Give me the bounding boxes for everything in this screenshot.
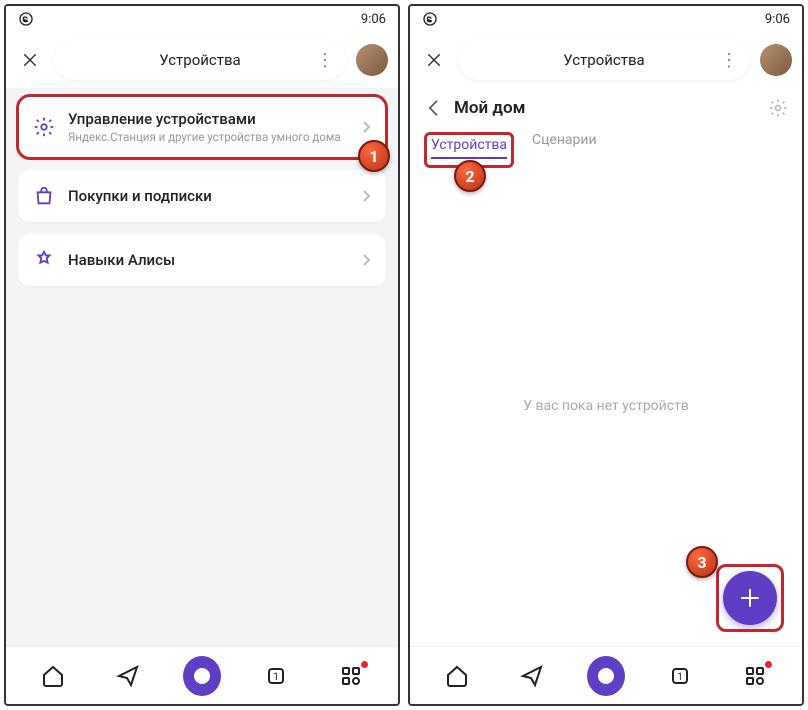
chevron-right-icon xyxy=(362,120,372,134)
nav-alice[interactable] xyxy=(587,657,625,695)
card-manage-devices[interactable]: Управление устройствами Яндекс.Станция и… xyxy=(18,96,386,158)
bottom-nav: 1 xyxy=(6,646,398,704)
card-title: Управление устройствами xyxy=(68,110,350,128)
screen-2: 9:06 Устройства ⋮ Мой дом Устройства Сце… xyxy=(408,4,804,706)
card-purchases[interactable]: Покупки и подписки xyxy=(18,170,386,222)
chevron-right-icon xyxy=(362,189,372,203)
svg-text:1: 1 xyxy=(274,672,280,683)
header-pill[interactable]: Устройства ⋮ xyxy=(458,40,750,80)
tabs: Устройства Сценарии 2 xyxy=(424,132,788,166)
status-bar: 9:06 xyxy=(6,6,398,32)
page-title: Мой дом xyxy=(454,98,758,118)
header: Устройства ⋮ xyxy=(6,32,398,88)
card-title: Покупки и подписки xyxy=(68,187,350,205)
nav-home[interactable] xyxy=(438,657,476,695)
bottom-nav: 1 xyxy=(410,646,802,704)
settings-button[interactable] xyxy=(768,98,788,118)
card-title: Навыки Алисы xyxy=(68,251,350,269)
add-device-button[interactable] xyxy=(723,571,777,625)
status-bar: 9:06 xyxy=(410,6,802,32)
header: Устройства ⋮ xyxy=(410,32,802,88)
avatar[interactable] xyxy=(356,44,388,76)
tab-scenarios[interactable]: Сценарии xyxy=(532,132,597,166)
step-badge-3: 3 xyxy=(686,546,718,578)
card-subtitle: Яндекс.Станция и другие устройства умног… xyxy=(68,130,350,144)
highlight-box xyxy=(716,564,784,632)
empty-text: У вас пока нет устройств xyxy=(523,398,689,414)
whatsapp-icon xyxy=(18,11,34,27)
content-area: Управление устройствами Яндекс.Станция и… xyxy=(6,88,398,646)
step-badge-2: 2 xyxy=(454,160,486,192)
skills-icon xyxy=(32,248,56,272)
nav-home[interactable] xyxy=(34,657,72,695)
alice-icon xyxy=(183,656,221,696)
header-title: Устройства xyxy=(159,51,240,69)
subheader: Мой дом Устройства Сценарии 2 xyxy=(410,88,802,166)
screen-1: 9:06 Устройства ⋮ Управление устройствам… xyxy=(4,4,400,706)
step-badge-1: 1 xyxy=(358,140,390,172)
nav-services[interactable] xyxy=(736,657,774,695)
notification-dot xyxy=(765,661,772,668)
clock: 9:06 xyxy=(765,12,790,27)
gear-icon xyxy=(32,115,56,139)
alice-icon xyxy=(587,656,625,696)
fab-container: 3 xyxy=(716,564,784,632)
close-button[interactable] xyxy=(16,46,44,74)
notification-dot xyxy=(361,661,368,668)
nav-tabs[interactable]: 1 xyxy=(257,657,295,695)
bag-icon xyxy=(32,184,56,208)
nav-alice[interactable] xyxy=(183,657,221,695)
nav-tabs[interactable]: 1 xyxy=(661,657,699,695)
avatar[interactable] xyxy=(760,44,792,76)
back-button[interactable] xyxy=(424,98,444,118)
nav-send[interactable] xyxy=(513,657,551,695)
header-pill[interactable]: Устройства ⋮ xyxy=(54,40,346,80)
nav-send[interactable] xyxy=(109,657,147,695)
more-icon[interactable]: ⋮ xyxy=(720,50,736,71)
card-alice-skills[interactable]: Навыки Алисы xyxy=(18,234,386,286)
chevron-right-icon xyxy=(362,253,372,267)
svg-text:1: 1 xyxy=(678,672,684,683)
nav-services[interactable] xyxy=(332,657,370,695)
tab-devices[interactable]: Устройства xyxy=(431,137,507,159)
header-title: Устройства xyxy=(563,51,644,69)
close-button[interactable] xyxy=(420,46,448,74)
whatsapp-icon xyxy=(422,11,438,27)
more-icon[interactable]: ⋮ xyxy=(316,50,332,71)
clock: 9:06 xyxy=(361,12,386,27)
